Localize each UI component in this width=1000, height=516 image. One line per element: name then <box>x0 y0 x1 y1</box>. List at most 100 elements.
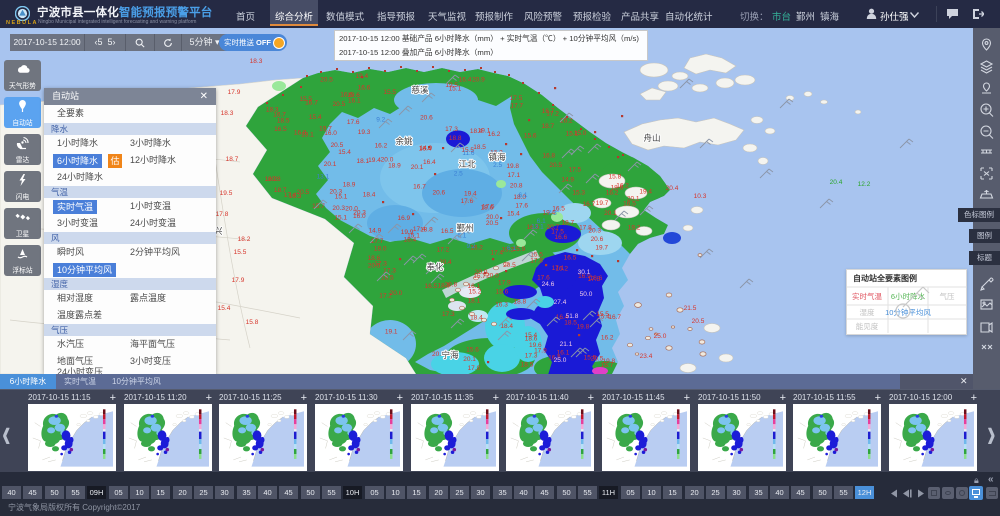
svg-text:20.0: 20.0 <box>345 205 358 212</box>
svg-text:19.1: 19.1 <box>301 131 314 138</box>
svg-text:19.8: 19.8 <box>577 324 590 331</box>
svg-text:20.5: 20.5 <box>503 262 516 269</box>
svg-text:15.5: 15.5 <box>383 89 396 96</box>
svg-text:15.8: 15.8 <box>246 319 259 326</box>
svg-text:13.1: 13.1 <box>531 224 544 231</box>
svg-text:16.1: 16.1 <box>348 98 361 105</box>
svg-text:江北: 江北 <box>458 159 476 169</box>
svg-text:17.8: 17.8 <box>530 257 543 264</box>
svg-text:17.2: 17.2 <box>379 292 392 299</box>
svg-text:16.5: 16.5 <box>564 255 577 262</box>
svg-text:15.6: 15.6 <box>496 288 509 295</box>
svg-text:15.6: 15.6 <box>466 347 479 354</box>
svg-text:16.2: 16.2 <box>375 142 388 149</box>
svg-text:20.5: 20.5 <box>368 263 381 270</box>
svg-text:16.7: 16.7 <box>273 111 286 118</box>
svg-text:2.5: 2.5 <box>493 162 502 169</box>
svg-text:20.5: 20.5 <box>486 220 499 227</box>
svg-text:16.0: 16.0 <box>324 130 337 137</box>
svg-text:19.1: 19.1 <box>478 127 491 134</box>
svg-text:18.6: 18.6 <box>611 185 624 192</box>
svg-text:18.7: 18.7 <box>561 220 574 227</box>
svg-text:24.6: 24.6 <box>542 281 555 288</box>
svg-text:17.7: 17.7 <box>371 238 384 245</box>
svg-text:14.9: 14.9 <box>419 145 432 152</box>
svg-text:17.5: 17.5 <box>568 167 581 174</box>
svg-text:18.8: 18.8 <box>449 135 462 142</box>
svg-text:19.4: 19.4 <box>639 188 652 195</box>
svg-text:17.5: 17.5 <box>588 276 601 283</box>
svg-text:20.6: 20.6 <box>591 236 604 243</box>
svg-text:20.4: 20.4 <box>830 179 843 186</box>
svg-text:能见度: 能见度 <box>856 321 879 331</box>
svg-text:16.5: 16.5 <box>274 126 287 133</box>
svg-text:宁海: 宁海 <box>441 350 459 360</box>
svg-text:20.5: 20.5 <box>333 101 346 108</box>
svg-text:16.7: 16.7 <box>413 183 426 190</box>
svg-text:14.9: 14.9 <box>561 177 574 184</box>
svg-text:18.1: 18.1 <box>467 298 480 305</box>
svg-text:16.9: 16.9 <box>397 215 410 222</box>
svg-text:慈溪: 慈溪 <box>411 85 429 95</box>
svg-text:18.3: 18.3 <box>221 110 234 117</box>
svg-text:20.6: 20.6 <box>432 190 445 197</box>
svg-text:7.3: 7.3 <box>548 210 557 217</box>
svg-text:实时气温: 实时气温 <box>852 291 882 301</box>
svg-text:18.5: 18.5 <box>564 320 577 327</box>
svg-text:18.7: 18.7 <box>226 156 239 163</box>
svg-text:17.6: 17.6 <box>515 202 528 209</box>
svg-text:18.3: 18.3 <box>250 58 263 65</box>
svg-text:19.2: 19.2 <box>628 225 641 232</box>
svg-text:19.7: 19.7 <box>596 200 609 207</box>
svg-text:20.6: 20.6 <box>420 115 433 122</box>
svg-text:17.2: 17.2 <box>437 247 450 254</box>
svg-text:20.5: 20.5 <box>692 318 705 325</box>
svg-text:20.1: 20.1 <box>324 161 337 168</box>
svg-text:气压: 气压 <box>940 291 955 301</box>
svg-text:18.9: 18.9 <box>343 181 356 188</box>
svg-text:20.8: 20.8 <box>445 281 458 288</box>
svg-text:湿度: 湿度 <box>860 307 875 317</box>
svg-text:13.1: 13.1 <box>317 174 330 181</box>
svg-text:17.7: 17.7 <box>510 102 523 109</box>
svg-text:19.3: 19.3 <box>358 129 371 136</box>
svg-text:16.7: 16.7 <box>542 108 555 115</box>
svg-text:17.5: 17.5 <box>482 204 495 211</box>
svg-text:17.3: 17.3 <box>445 126 458 133</box>
svg-text:15.4: 15.4 <box>218 305 231 312</box>
svg-text:16.7: 16.7 <box>583 201 596 208</box>
svg-text:16.3: 16.3 <box>495 301 508 308</box>
svg-text:20.0: 20.0 <box>486 272 499 279</box>
svg-text:20.5: 20.5 <box>320 77 333 84</box>
svg-text:16.5: 16.5 <box>441 228 454 235</box>
svg-text:11.6: 11.6 <box>462 150 475 157</box>
svg-text:19.1: 19.1 <box>385 329 398 336</box>
svg-text:15.1: 15.1 <box>335 194 348 201</box>
svg-text:20.3: 20.3 <box>332 205 345 212</box>
svg-text:19.8: 19.8 <box>506 163 519 170</box>
svg-text:16.4: 16.4 <box>459 76 472 83</box>
svg-text:12.2: 12.2 <box>858 181 871 188</box>
svg-text:15.1: 15.1 <box>407 233 420 240</box>
svg-text:17.5: 17.5 <box>510 95 523 102</box>
svg-text:21.5: 21.5 <box>684 305 697 312</box>
svg-text:15.4: 15.4 <box>597 314 610 321</box>
svg-text:15.4: 15.4 <box>309 114 322 121</box>
svg-text:16.5: 16.5 <box>424 283 437 290</box>
svg-text:21.1: 21.1 <box>560 341 573 348</box>
svg-text:17.9: 17.9 <box>232 277 245 284</box>
svg-text:18.6: 18.6 <box>368 255 381 262</box>
svg-text:18.8: 18.8 <box>420 227 433 234</box>
svg-text:51.8: 51.8 <box>566 313 579 320</box>
svg-text:18.7: 18.7 <box>541 123 554 130</box>
svg-text:2.5: 2.5 <box>454 170 463 177</box>
svg-text:16.2: 16.2 <box>560 117 573 124</box>
svg-text:16.8: 16.8 <box>542 152 555 159</box>
svg-text:奉化: 奉化 <box>426 262 444 272</box>
svg-text:23.4: 23.4 <box>640 353 653 360</box>
svg-text:15.5: 15.5 <box>584 354 597 361</box>
svg-text:17.3: 17.3 <box>442 311 455 318</box>
svg-text:15.8: 15.8 <box>609 173 622 180</box>
svg-text:18.7: 18.7 <box>274 187 287 194</box>
svg-text:18.9: 18.9 <box>388 162 401 169</box>
